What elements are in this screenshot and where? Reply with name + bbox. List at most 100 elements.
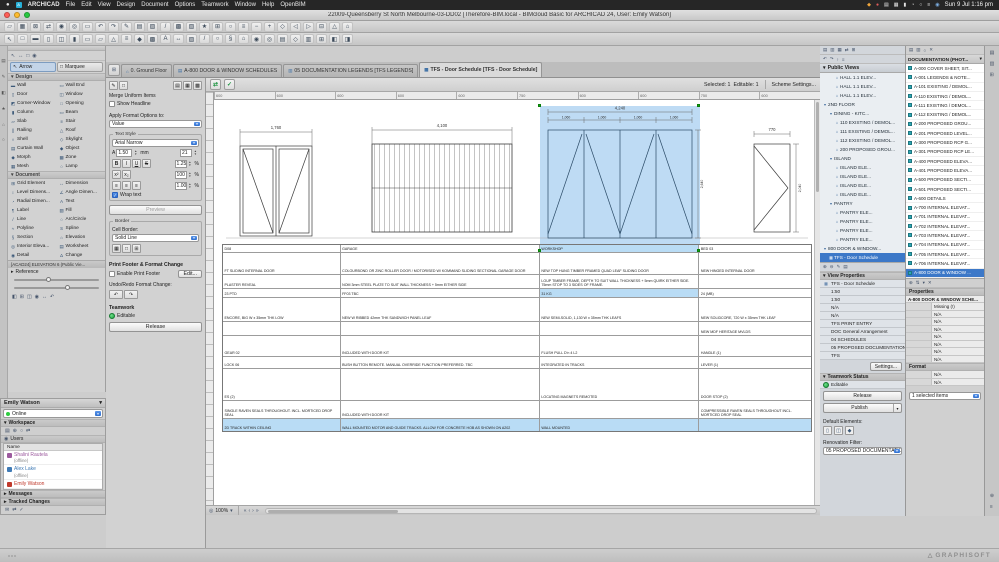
layout-item[interactable]: A-701 INTERNAL ELEVAT... bbox=[906, 213, 984, 223]
tool-radial-dimension[interactable]: ◔ Radial Dimen... bbox=[8, 197, 57, 206]
align-right-button[interactable]: ≡ bbox=[132, 181, 141, 190]
bold-button[interactable]: B bbox=[112, 159, 121, 168]
layout-item[interactable]: A-705 INTERNAL ELEVAT... bbox=[906, 250, 984, 260]
selection-handle[interactable] bbox=[697, 249, 700, 252]
select-mode-icon[interactable]: □ bbox=[26, 53, 29, 59]
underline-button[interactable]: U bbox=[132, 159, 141, 168]
window-tool-icon[interactable]: ◫ bbox=[56, 34, 67, 44]
table-cell[interactable]: COLOURBOND OR ZINC ROLLER DOOR / MOTORIS… bbox=[341, 253, 540, 274]
trace-switch-icon[interactable]: ◧ bbox=[12, 294, 17, 300]
beam-tool-icon[interactable]: ▭ bbox=[82, 34, 93, 44]
tree-item[interactable]: ⌂ 112 EXISTING / DEMOL... bbox=[820, 136, 905, 145]
marquee-tool-button[interactable]: □ Marquee bbox=[57, 62, 103, 72]
layout-item[interactable]: A-401 PROPOSED ELEVA... bbox=[906, 166, 984, 176]
pet-palette-icon[interactable]: ✎ bbox=[2, 74, 6, 80]
table-cell[interactable]: 23 PTD bbox=[223, 289, 341, 297]
superscript-button[interactable]: x² bbox=[112, 170, 121, 179]
tree-item[interactable]: ⌂ ISLAND ELE... bbox=[820, 190, 905, 199]
arrow-tool-button[interactable]: ↖ Arrow bbox=[10, 62, 56, 72]
view-property-row[interactable]: ▦ TFS - Door Schedule bbox=[820, 280, 905, 288]
tree-item[interactable]: ⌂ HALL 1.1 ELEV... bbox=[820, 91, 905, 100]
table-cell[interactable]: LOUP TIMBER FRAME, DEPTH TO SUIT WALL TH… bbox=[540, 275, 700, 288]
section-tool-icon[interactable]: § bbox=[225, 34, 236, 44]
object-tool-icon[interactable]: ◆ bbox=[134, 34, 145, 44]
tool-polyline[interactable]: ≈ Polyline bbox=[8, 224, 57, 233]
property-row[interactable]: N/A bbox=[906, 378, 984, 387]
apple-menu[interactable]: ● bbox=[6, 2, 10, 8]
layout-item[interactable]: A-000 COVER SHEET, SIT... bbox=[906, 64, 984, 74]
layout-item[interactable]: A-700 INTERNAL ELEVAT... bbox=[906, 203, 984, 213]
documentation-header[interactable]: DOCUMENTATION (PHOT... ▾ bbox=[906, 55, 984, 64]
tool-fill[interactable]: ▨ Fill bbox=[57, 206, 106, 215]
door-elevations-drawing[interactable]: 1,760 4,100 4,240 1,060 1,060 1,060 1,06… bbox=[214, 100, 820, 244]
virtual-trace-icon[interactable]: ◨ bbox=[342, 34, 353, 44]
table-cell[interactable] bbox=[540, 322, 700, 335]
garage-door-elevation[interactable] bbox=[371, 143, 513, 233]
renovation-filter-icon[interactable]: ⌂ bbox=[342, 21, 353, 32]
layout-item[interactable]: A-300 PROPOSED RCP G... bbox=[906, 138, 984, 148]
menu-item[interactable]: File bbox=[66, 2, 76, 8]
align-left-button[interactable]: ≡ bbox=[112, 181, 121, 190]
close-properties-icon[interactable]: ✕ bbox=[928, 280, 932, 286]
property-row[interactable]: N/A bbox=[906, 348, 984, 356]
wifi-icon[interactable]: ◔ bbox=[911, 2, 914, 8]
sort-icon[interactable]: ⇅ bbox=[916, 280, 920, 286]
table-cell[interactable]: NOM 3mm STEEL PLATE TO SUIT WALL THICKNE… bbox=[341, 275, 540, 288]
users-name-column[interactable]: Name bbox=[4, 444, 102, 451]
property-row[interactable]: N/A bbox=[906, 310, 984, 319]
view-property-row[interactable]: N/A bbox=[820, 304, 905, 312]
arrow-mode-icon[interactable]: ↖ bbox=[11, 53, 15, 59]
table-cell[interactable]: WALL MOUNTED bbox=[539, 419, 700, 431]
door-tool-icon[interactable]: ▯ bbox=[43, 34, 54, 44]
send-receive-icon[interactable]: ⇄ bbox=[43, 21, 54, 32]
active-opacity-slider[interactable] bbox=[8, 284, 105, 292]
message-icon[interactable]: ▭ bbox=[82, 21, 93, 32]
zoom-fit-icon[interactable]: ◎ bbox=[209, 508, 213, 514]
table-cell[interactable]: NEW W RIBBED 42mm THK SANDWICH PANEL LEA… bbox=[341, 298, 540, 321]
table-cell[interactable]: NEW TOP HUNG TIMBER FRAMED QUAD LEAF SLI… bbox=[540, 253, 700, 274]
tool-roof[interactable]: △ Roof bbox=[57, 126, 106, 135]
tree-item[interactable]: ⌂ ISLAND ELE... bbox=[820, 163, 905, 172]
tool-wall[interactable]: ▬ Wall bbox=[8, 81, 57, 90]
table-cell[interactable]: SINGLE RAVEN SEALS THROUGHOUT. INCL. MOR… bbox=[223, 401, 341, 418]
design-group-header[interactable]: ▾ Design bbox=[8, 73, 105, 81]
horizontal-ruler[interactable]: 600 600 600 600 600 750 600 600 750 600 bbox=[214, 92, 820, 100]
zone-tool-icon[interactable]: ▩ bbox=[147, 34, 158, 44]
tree-item[interactable]: ⌂ HALL 1.1 ELEV... bbox=[820, 73, 905, 82]
worksheet-tool-icon[interactable]: ▤ bbox=[277, 34, 288, 44]
view-property-row[interactable]: 1:50 bbox=[820, 288, 905, 296]
enable-print-footer-checkbox[interactable] bbox=[109, 271, 115, 277]
tool-column[interactable]: ▮ Column bbox=[8, 108, 57, 117]
bed03-door-elevation[interactable] bbox=[753, 143, 791, 233]
align-center-button[interactable]: ≡ bbox=[122, 181, 131, 190]
view-property-row[interactable]: 1:50 bbox=[820, 296, 905, 304]
detail-tool-icon[interactable]: ◎ bbox=[264, 34, 275, 44]
wall-tool-icon[interactable]: ▬ bbox=[30, 34, 41, 44]
tool-shell[interactable]: ∩ Shell bbox=[8, 135, 57, 144]
tool-dimension[interactable]: ↔ Dimension bbox=[57, 179, 106, 188]
snap-icon[interactable]: ⊞ bbox=[316, 34, 327, 44]
tree-item[interactable]: ⌂ HALL 1.1 ELEV... bbox=[820, 82, 905, 91]
redo-format-button[interactable]: ↷ bbox=[124, 290, 138, 299]
building-materials-icon[interactable]: ▧ bbox=[186, 21, 197, 32]
close-window-button[interactable] bbox=[4, 12, 10, 18]
tree-item[interactable]: ⌂ PANTRY ELE... bbox=[820, 226, 905, 235]
tool-slab[interactable]: ▱ Slab bbox=[8, 117, 57, 126]
close-panel-icon[interactable]: ✕ bbox=[929, 47, 933, 53]
view-property-row[interactable]: TFS PRINT ENTRY bbox=[820, 320, 905, 328]
properties-header[interactable]: Properties bbox=[906, 287, 984, 296]
layout-item[interactable]: A-301 PROPOSED RCP LE... bbox=[906, 148, 984, 157]
layout-item[interactable]: A-001 LEGENDS & NOTE... bbox=[906, 73, 984, 83]
battery-icon[interactable]: ▮ bbox=[904, 2, 907, 8]
stair-tool-icon[interactable]: ≡ bbox=[121, 34, 132, 44]
table-cell[interactable]: GARAGE bbox=[341, 245, 540, 252]
vertical-ruler[interactable] bbox=[206, 92, 214, 505]
table-cell[interactable]: PLASTER REVEAL bbox=[223, 275, 341, 288]
table-cell[interactable] bbox=[540, 401, 700, 418]
update-schedule-button[interactable]: ⇄ bbox=[210, 79, 221, 90]
tool-worksheet[interactable]: ▤ Worksheet bbox=[57, 242, 106, 251]
view-tab[interactable]: ▤ A-800 DOOR & WINDOW SCHEDULES bbox=[173, 64, 283, 77]
tool-curtain-wall[interactable]: ▤ Curtain Wall bbox=[8, 144, 57, 153]
line-types-icon[interactable]: / bbox=[160, 21, 171, 32]
tree-settings-icon[interactable]: ≡ bbox=[842, 57, 845, 62]
